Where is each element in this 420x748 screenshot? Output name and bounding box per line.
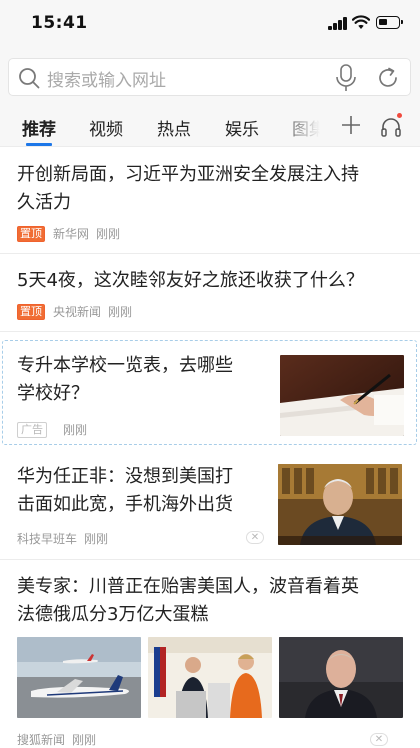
search-icon bbox=[19, 68, 40, 89]
article-title: 开创新局面，习近平为亚洲安全发展注入持 久活力 bbox=[17, 164, 359, 213]
divider bbox=[0, 331, 420, 332]
signal-icon bbox=[328, 17, 348, 30]
channel-tabs: 推荐 视频 热点 娱乐 图集 bbox=[0, 106, 420, 146]
tab-recommend[interactable]: 推荐 bbox=[22, 115, 56, 140]
article-thumbnail[interactable] bbox=[17, 637, 141, 718]
pinned-badge: 置顶 bbox=[17, 304, 45, 320]
article-meta: 科技早班车 刚刚 bbox=[17, 532, 109, 546]
battery-icon bbox=[376, 16, 403, 29]
ad-meta: 广告 刚刚 bbox=[17, 421, 87, 438]
article-meta: 置顶 新华网 刚刚 bbox=[17, 225, 120, 242]
close-icon[interactable]: ✕ bbox=[246, 531, 264, 544]
search-placeholder: 搜索或输入网址 bbox=[47, 71, 166, 91]
plus-icon[interactable] bbox=[341, 114, 361, 136]
status-time: 15:41 bbox=[31, 13, 88, 33]
ad-badge: 广告 bbox=[17, 422, 47, 438]
microphone-icon[interactable] bbox=[335, 64, 357, 92]
divider bbox=[0, 253, 420, 254]
wifi-icon bbox=[352, 15, 370, 29]
search-input[interactable]: 搜索或输入网址 bbox=[8, 58, 411, 96]
search-area: 搜索或输入网址 bbox=[0, 48, 420, 106]
headphones-icon[interactable] bbox=[380, 116, 402, 138]
ad-title: 专升本学校一览表，去哪些 学校好？ bbox=[17, 355, 233, 404]
article-title: 5天4夜，这次睦邻友好之旅还收获了什么？ bbox=[17, 270, 364, 291]
close-icon[interactable]: ✕ bbox=[370, 733, 388, 746]
article-meta: 搜狐新闻 刚刚 bbox=[17, 733, 97, 747]
article-thumbnail[interactable] bbox=[278, 464, 402, 545]
divider bbox=[0, 559, 420, 560]
article-thumbnail[interactable] bbox=[279, 637, 403, 718]
article-meta: 置顶 央视新闻 刚刚 bbox=[17, 303, 132, 320]
tab-entertainment[interactable]: 娱乐 bbox=[225, 115, 259, 140]
tab-hot[interactable]: 热点 bbox=[157, 115, 191, 140]
status-bar: 15:41 bbox=[0, 0, 420, 48]
notification-dot bbox=[397, 113, 402, 118]
tabs-fade bbox=[272, 106, 332, 146]
divider bbox=[0, 146, 420, 147]
ad-thumbnail[interactable] bbox=[280, 355, 404, 436]
article-title: 美专家：川普正在贻害美国人，波音看着英 法德俄瓜分3万亿大蛋糕 bbox=[17, 576, 359, 625]
article-thumbnail[interactable] bbox=[148, 637, 272, 718]
article-title: 华为任正非：没想到美国打 击面如此宽，手机海外出货 bbox=[17, 466, 233, 515]
pinned-badge: 置顶 bbox=[17, 226, 45, 242]
tab-video[interactable]: 视频 bbox=[89, 115, 123, 140]
refresh-icon[interactable] bbox=[376, 66, 400, 90]
